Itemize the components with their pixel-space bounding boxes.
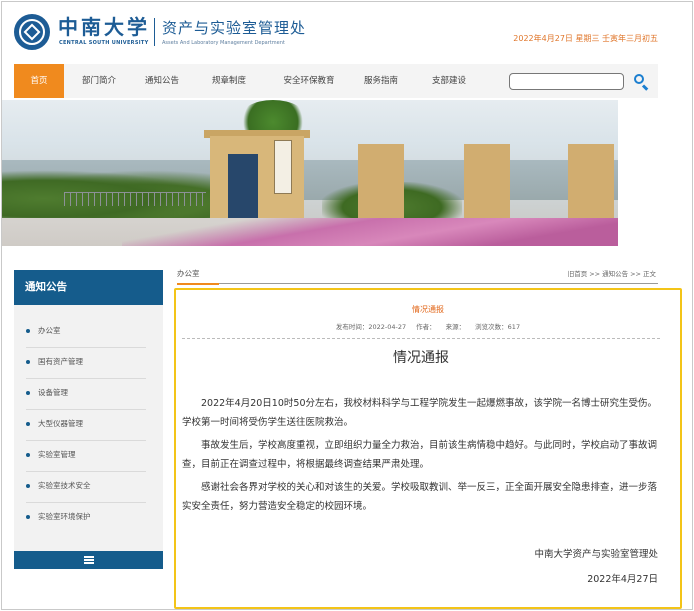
sidebar-item-state-assets[interactable]: 国有资产管理 — [26, 348, 146, 379]
sidebar-list: 办公室 国有资产管理 设备管理 大型仪器管理 实验室管理 实验室技术安全 实验室… — [14, 305, 163, 551]
sidebar-item-office[interactable]: 办公室 — [26, 317, 146, 348]
sidebar-item-lab-management[interactable]: 实验室管理 — [26, 441, 146, 472]
university-seal-icon[interactable] — [14, 14, 50, 50]
bullet-icon — [26, 360, 30, 364]
sidebar-item-label: 国有资产管理 — [38, 357, 83, 366]
breadcrumb-home-link[interactable]: 旧首页 — [568, 270, 588, 278]
breadcrumb-separator: >> — [630, 270, 641, 278]
main-nav: 首页 部门简介 通知公告 规章制度 安全环保教育 服务指南 支部建设 — [14, 64, 658, 98]
sidebar-item-label: 大型仪器管理 — [38, 419, 83, 428]
sidebar-title: 通知公告 — [14, 270, 163, 305]
sidebar-item-lab-environment[interactable]: 实验室环境保护 — [26, 503, 146, 534]
sidebar-item-label: 实验室管理 — [38, 450, 76, 459]
breadcrumb-notices-link[interactable]: 通知公告 — [602, 270, 628, 278]
nav-item-about[interactable]: 部门简介 — [72, 64, 126, 98]
sidebar-item-label: 设备管理 — [38, 388, 68, 397]
breadcrumb: 旧首页 >> 通知公告 >> 正文 — [566, 268, 656, 278]
article-meta: 发布时间：2022-04-27 作者： 来源： 浏览次数：617 — [176, 321, 680, 331]
nav-item-notices[interactable]: 通知公告 — [136, 64, 188, 98]
bullet-icon — [26, 391, 30, 395]
source: 来源： — [445, 323, 466, 331]
nav-item-regulations[interactable]: 规章制度 — [204, 64, 254, 98]
sidebar-item-large-instruments[interactable]: 大型仪器管理 — [26, 410, 146, 441]
bullet-icon — [26, 484, 30, 488]
university-name-cn[interactable]: 中南大学 — [58, 16, 150, 38]
article-panel: 情况通报 发布时间：2022-04-27 作者： 来源： 浏览次数：617 情况通报 … — [174, 288, 682, 609]
article-body: 2022年4月20日10时50分左右，我校材料科学与工程学院发生一起爆燃事故，该… — [182, 394, 662, 520]
bullet-icon — [26, 422, 30, 426]
author: 作者： — [416, 323, 436, 331]
bullet-icon — [26, 515, 30, 519]
publish-date: 发布时间：2022-04-27 — [335, 323, 407, 331]
article-paragraph: 感谢社会各界对学校的关心和对该生的关爱。学校吸取教训、举一反三，正全面开展安全隐… — [182, 482, 658, 512]
article-paragraph: 2022年4月20日10时50分左右，我校材料科学与工程学院发生一起爆燃事故，该… — [182, 398, 657, 428]
search-icon[interactable] — [633, 73, 649, 91]
department-name-en: Assets And Laboratory Management Departm… — [162, 40, 285, 46]
nav-item-home[interactable]: 首页 — [14, 64, 64, 98]
nav-item-safety-education[interactable]: 安全环保教育 — [274, 64, 344, 98]
article-label: 情况通报 — [412, 305, 444, 314]
university-name-en: CENTRAL SOUTH UNIVERSITY — [59, 40, 149, 46]
view-count: 浏览次数：617 — [475, 323, 521, 331]
search-input[interactable] — [509, 73, 624, 90]
sidebar-menu-button[interactable] — [14, 551, 163, 569]
sidebar-item-equipment[interactable]: 设备管理 — [26, 379, 146, 410]
nav-item-service-guide[interactable]: 服务指南 — [356, 64, 406, 98]
breadcrumb-current: 正文 — [643, 270, 656, 278]
breadcrumb-divider — [219, 283, 658, 284]
article-title: 情况通报 — [393, 350, 449, 366]
article-signature: 中南大学资产与实验室管理处 — [534, 549, 658, 560]
bullet-icon — [26, 329, 30, 333]
article-date: 2022年4月27日 — [587, 574, 658, 585]
sidebar-item-label: 办公室 — [38, 326, 61, 335]
meta-divider — [182, 338, 660, 339]
section-tab[interactable]: 办公室 — [177, 267, 219, 281]
sidebar-item-label: 实验室技术安全 — [38, 481, 91, 490]
bullet-icon — [26, 453, 30, 457]
logo-divider — [154, 18, 155, 46]
header-date: 2022年4月27日 星期三 壬寅年三月初五 — [513, 34, 658, 43]
section-tab-underline — [177, 283, 219, 285]
site-header: 中南大学 CENTRAL SOUTH UNIVERSITY 资产与实验室管理处 … — [2, 2, 692, 64]
breadcrumb-separator: >> — [589, 270, 601, 278]
nav-item-party-branch[interactable]: 支部建设 — [424, 64, 474, 98]
sidebar-item-lab-safety[interactable]: 实验室技术安全 — [26, 472, 146, 503]
department-name-cn[interactable]: 资产与实验室管理处 — [162, 19, 306, 37]
sidebar-item-label: 实验室环境保护 — [38, 512, 91, 521]
article-paragraph: 事故发生后，学校高度重视，立即组织力量全力救治，目前该生病情稳中趋好。与此同时，… — [182, 440, 658, 470]
campus-banner-image — [2, 100, 618, 246]
page-frame: 中南大学 CENTRAL SOUTH UNIVERSITY 资产与实验室管理处 … — [1, 1, 693, 610]
menu-icon — [84, 556, 94, 564]
